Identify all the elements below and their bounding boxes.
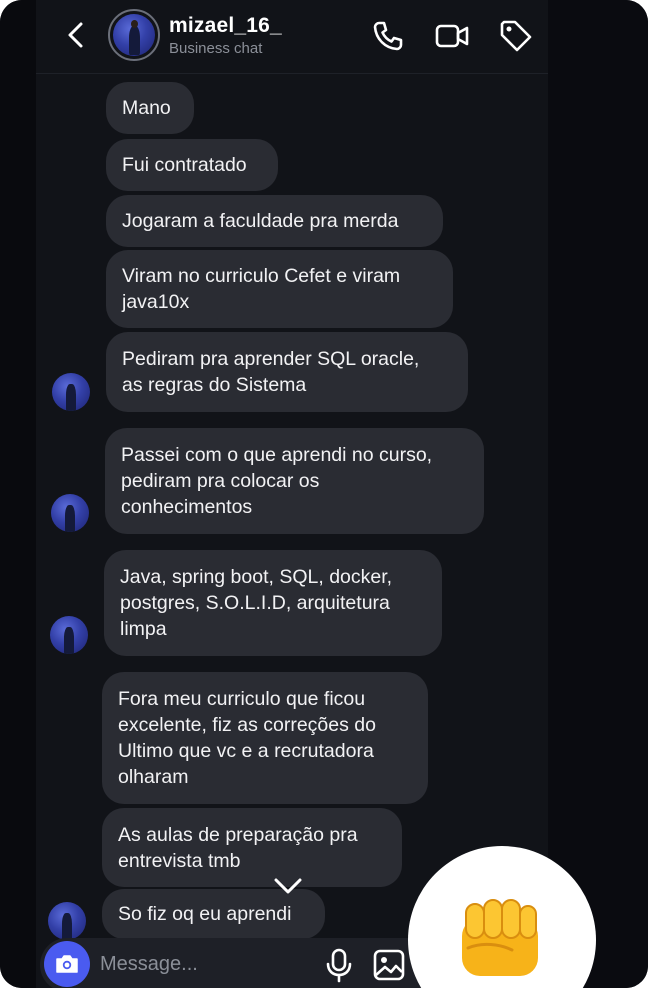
header-divider (36, 73, 548, 74)
message-bubble[interactable]: Viram no curriculo Cefet e viram java10x (106, 250, 453, 328)
sender-avatar[interactable] (51, 494, 89, 532)
message-input[interactable] (100, 947, 310, 981)
profile-avatar[interactable] (108, 9, 160, 61)
message-bubble[interactable]: Passei com o que aprendi no curso, pedir… (105, 428, 484, 534)
profile-photo (113, 14, 155, 56)
fist-bump-icon (462, 899, 538, 976)
video-camera-icon[interactable] (434, 18, 470, 54)
message-bubble[interactable]: As aulas de preparação pra entrevista tm… (102, 808, 402, 887)
message-bubble[interactable]: Mano (106, 82, 194, 134)
microphone-icon[interactable] (322, 947, 356, 983)
image-icon[interactable] (371, 947, 407, 983)
message-bubble[interactable]: Fora meu curriculo que ficou excelente, … (102, 672, 428, 804)
chat-type-label: Business chat (169, 40, 263, 57)
chevron-left-icon[interactable] (60, 18, 94, 52)
sender-avatar[interactable] (50, 616, 88, 654)
message-bubble[interactable]: Fui contratado (106, 139, 278, 191)
sender-avatar[interactable] (52, 373, 90, 411)
left-edge (0, 0, 36, 988)
sender-avatar[interactable] (48, 902, 86, 940)
chat-header: mizael_16_ Business chat (0, 0, 648, 74)
scroll-down-chevron-icon[interactable] (272, 874, 304, 898)
message-bubble[interactable]: Pediram pra aprender SQL oracle, as regr… (106, 332, 468, 412)
message-bubble[interactable]: Jogaram a faculdade pra merda (106, 195, 443, 247)
username[interactable]: mizael_16_ (169, 14, 282, 38)
phone-icon[interactable] (370, 18, 406, 54)
tag-icon[interactable] (498, 18, 534, 54)
camera-icon (56, 955, 78, 973)
phone-frame: mizael_16_ Business chat Mano Fui contra… (0, 0, 648, 988)
message-bubble[interactable]: Java, spring boot, SQL, docker, postgres… (104, 550, 442, 656)
camera-button[interactable] (44, 941, 90, 987)
right-edge (548, 0, 648, 988)
